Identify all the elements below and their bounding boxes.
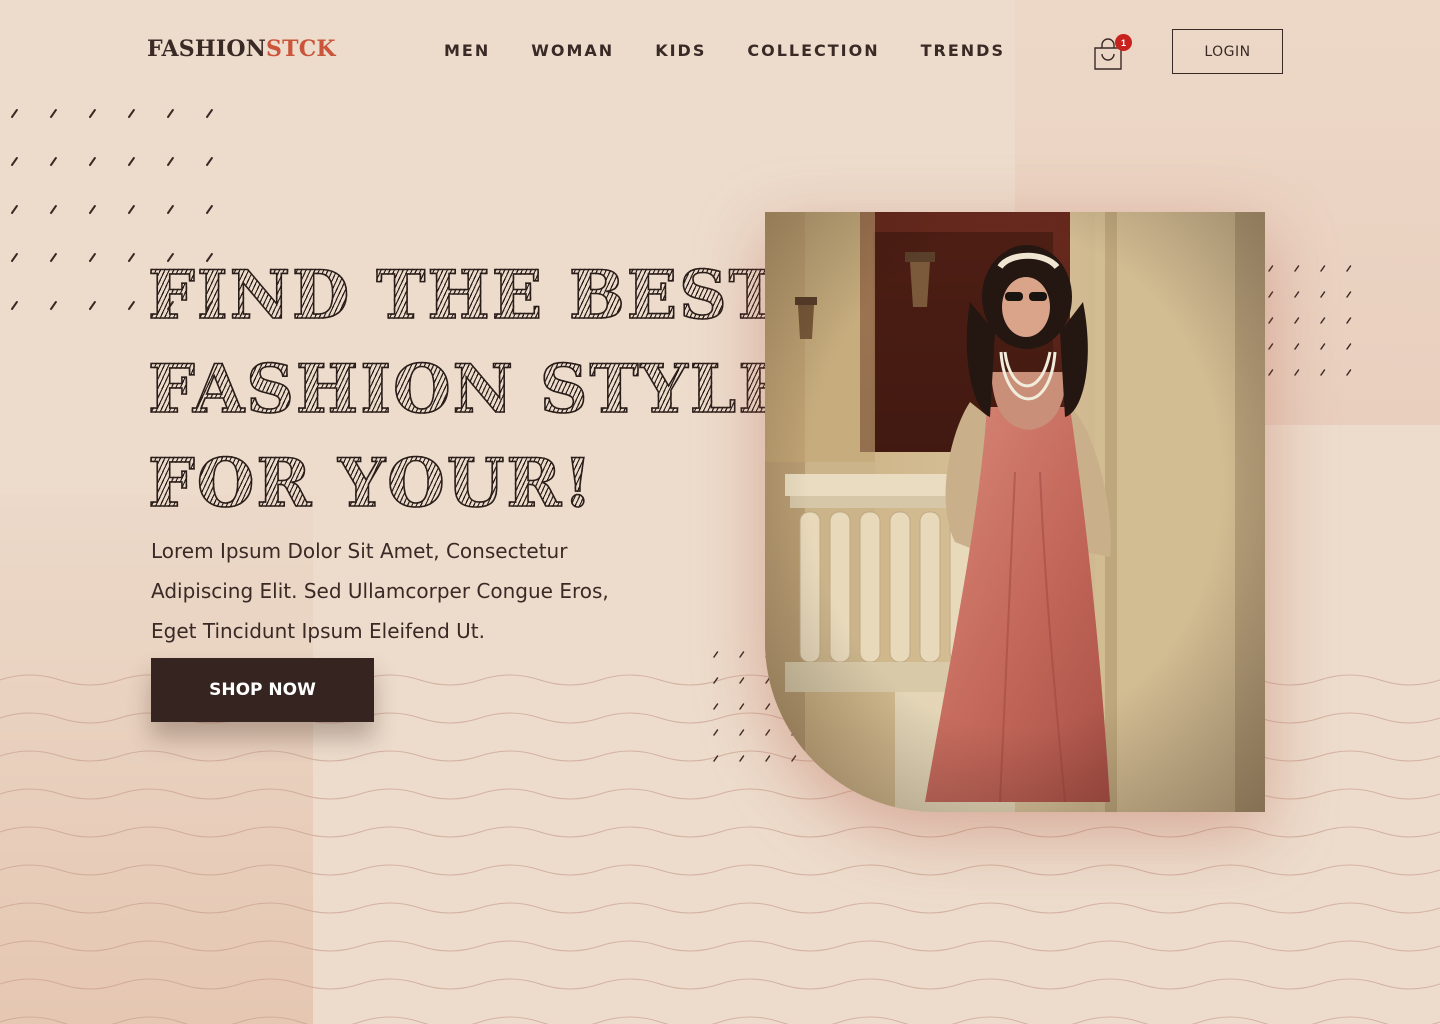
pattern-dash bbox=[739, 703, 745, 710]
pattern-dash bbox=[89, 253, 96, 262]
hero-headline-line-1: FIND THE BEST bbox=[147, 248, 779, 342]
pattern-dash bbox=[206, 109, 213, 118]
pattern-dash bbox=[89, 301, 96, 310]
pattern-dash bbox=[739, 677, 745, 684]
pattern-dash bbox=[1294, 265, 1300, 272]
pattern-dash bbox=[89, 109, 96, 118]
pattern-dash bbox=[1320, 343, 1326, 350]
pattern-dash bbox=[713, 677, 719, 684]
pattern-dash bbox=[50, 157, 57, 166]
pattern-dash bbox=[11, 205, 18, 214]
pattern-dash bbox=[1294, 369, 1300, 376]
pattern-dash bbox=[1268, 343, 1274, 350]
pattern-dash bbox=[50, 253, 57, 262]
pattern-dash bbox=[1320, 265, 1326, 272]
wave-line bbox=[0, 902, 1440, 914]
pattern-dash bbox=[1268, 369, 1274, 376]
pattern-dash bbox=[89, 205, 96, 214]
pattern-dash bbox=[11, 301, 18, 310]
pattern-dash bbox=[50, 205, 57, 214]
pattern-dash bbox=[1320, 317, 1326, 324]
pattern-dash bbox=[765, 755, 771, 762]
nav-item-kids[interactable]: KIDS bbox=[655, 41, 706, 60]
login-button[interactable]: LOGIN bbox=[1172, 29, 1283, 74]
hero-headline: FIND THE BEST FASHION STYLE FOR YOUR! bbox=[147, 248, 789, 530]
pattern-dash bbox=[713, 651, 719, 658]
nav-item-men[interactable]: MEN bbox=[444, 41, 490, 60]
hero-headline-line-2: FASHION STYLE bbox=[147, 342, 789, 436]
wave-line bbox=[0, 978, 1440, 990]
wave-line bbox=[0, 1016, 1440, 1024]
pattern-dash bbox=[739, 729, 745, 736]
pattern-dash bbox=[128, 253, 135, 262]
brand-logo[interactable]: FASHIONSTCK bbox=[147, 36, 336, 62]
pattern-dash bbox=[1294, 291, 1300, 298]
pattern-dash bbox=[1346, 317, 1352, 324]
pattern-dash bbox=[167, 109, 174, 118]
pattern-dash bbox=[11, 253, 18, 262]
pattern-dash bbox=[167, 205, 174, 214]
pattern-dash bbox=[713, 729, 719, 736]
dash-pattern-right bbox=[1268, 265, 1352, 376]
pattern-dash bbox=[1268, 317, 1274, 324]
pattern-dash bbox=[1320, 369, 1326, 376]
pattern-dash bbox=[206, 205, 213, 214]
brand-name-part2: STCK bbox=[266, 36, 336, 62]
pattern-dash bbox=[1294, 317, 1300, 324]
nav-item-trends[interactable]: TRENDS bbox=[921, 41, 1005, 60]
nav-item-collection[interactable]: COLLECTION bbox=[747, 41, 879, 60]
pattern-dash bbox=[50, 109, 57, 118]
pattern-dash bbox=[50, 301, 57, 310]
pattern-dash bbox=[765, 729, 771, 736]
pattern-dash bbox=[713, 703, 719, 710]
hero-fashion-photo bbox=[765, 212, 1265, 812]
pattern-dash bbox=[11, 157, 18, 166]
pattern-dash bbox=[128, 109, 135, 118]
pattern-dash bbox=[128, 157, 135, 166]
shop-now-button[interactable]: SHOP NOW bbox=[151, 658, 374, 722]
pattern-dash bbox=[765, 703, 771, 710]
pattern-dash bbox=[11, 109, 18, 118]
pattern-dash bbox=[128, 301, 135, 310]
pattern-dash bbox=[89, 157, 96, 166]
pattern-dash bbox=[1346, 291, 1352, 298]
pattern-dash bbox=[128, 205, 135, 214]
pattern-dash bbox=[167, 157, 174, 166]
nav-item-woman[interactable]: WOMAN bbox=[531, 41, 614, 60]
pattern-dash bbox=[739, 651, 745, 658]
brand-name-part1: FASHION bbox=[147, 36, 267, 62]
pattern-dash bbox=[1346, 369, 1352, 376]
hero-headline-line-3: FOR YOUR! bbox=[147, 436, 768, 530]
site-header: FASHIONSTCK MEN WOMAN KIDS COLLECTION TR… bbox=[0, 0, 1440, 104]
wave-line bbox=[0, 940, 1440, 952]
pattern-dash bbox=[1320, 291, 1326, 298]
pattern-dash bbox=[713, 755, 719, 762]
main-nav: MEN WOMAN KIDS COLLECTION TRENDS bbox=[444, 41, 1046, 60]
pattern-dash bbox=[1268, 291, 1274, 298]
cart-count-badge: 1 bbox=[1115, 34, 1132, 51]
wave-line bbox=[0, 826, 1440, 838]
pattern-dash bbox=[739, 755, 745, 762]
pattern-dash bbox=[206, 157, 213, 166]
wave-line bbox=[0, 864, 1440, 876]
pattern-dash bbox=[791, 755, 797, 762]
hero-description: Lorem Ipsum Dolor Sit Amet, Consectetur … bbox=[151, 539, 609, 643]
pattern-dash bbox=[1346, 265, 1352, 272]
pattern-dash bbox=[1268, 265, 1274, 272]
pattern-dash bbox=[1294, 343, 1300, 350]
pattern-dash bbox=[1346, 343, 1352, 350]
